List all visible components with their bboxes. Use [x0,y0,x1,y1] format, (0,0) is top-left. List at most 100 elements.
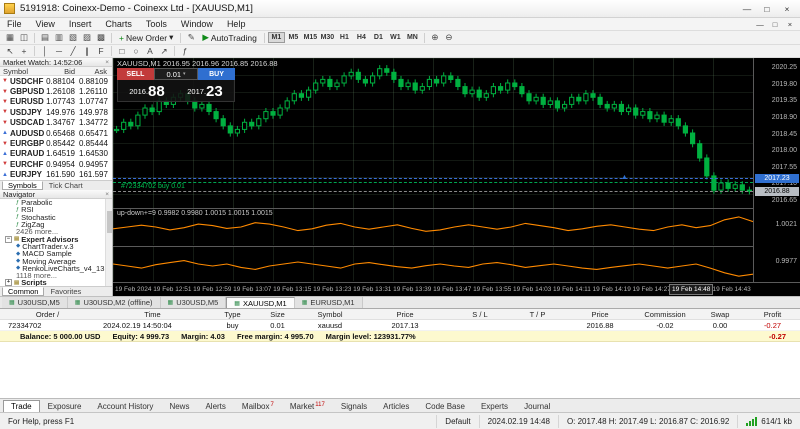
timeframe-button[interactable]: H1 [336,32,353,43]
chart-tab[interactable]: ▦ EURUSD,M1 [295,297,363,308]
timeframe-button[interactable]: MN [404,32,421,43]
indicator-pane-2[interactable] [113,247,753,281]
navigator-tab[interactable]: Favorites [44,287,87,296]
navigator-toggle-icon[interactable]: ▧ [66,32,80,43]
zoom-in-icon[interactable]: ⊕ [428,32,442,43]
terminal-tab[interactable]: Signals [333,400,375,412]
navigator-tree-item[interactable]: ƒ Parabolic [0,199,105,206]
terminal-tab[interactable]: News [161,400,197,412]
fibonacci-icon[interactable]: F [94,46,108,57]
buy-button[interactable]: BUY [198,68,235,80]
horizontal-line-icon[interactable]: ─ [52,46,66,57]
price-axis[interactable]: 2020.25 2019.80 2019.35 2018.90 2018.45 … [753,58,800,282]
close-button[interactable]: × [778,2,796,15]
terminal-tab[interactable]: Exposure [40,400,90,412]
market-watch-row[interactable]: ▲ EURJPY 161.590 161.597 [0,170,112,180]
terminal-tab-label: Alerts [205,402,225,411]
rectangle-icon[interactable]: □ [115,46,129,57]
chart-tab[interactable]: ▦ U30USD,M5 [2,297,68,308]
terminal-tab[interactable]: Experts [473,400,516,412]
navigator-tree-item[interactable]: 1118 more... [0,272,105,279]
timeframe-button[interactable]: M15 [302,32,319,43]
sell-button[interactable]: SELL [117,68,154,80]
market-watch-row[interactable]: ▼ USDCHF 0.88104 0.88109 [0,76,112,86]
text-tool-icon[interactable]: A [143,46,157,57]
autotrading-button[interactable]: ▶ AutoTrading [198,32,261,43]
chart-close-button[interactable]: × [783,19,797,30]
position-open-line[interactable] [113,182,753,183]
strategy-tester-icon[interactable]: ▩ [94,32,108,43]
terminal-tab[interactable]: Alerts [197,400,233,412]
market-watch-row[interactable]: ▼ USDJPY 149.976 149.978 [0,107,112,117]
terminal-tab[interactable]: Market 117 [282,400,333,412]
timeframe-button[interactable]: M30 [319,32,336,43]
menu-item[interactable]: Help [220,18,253,30]
terminal-tab[interactable]: Mailbox 7 [234,400,282,412]
crosshair-icon[interactable]: + [17,46,31,57]
close-icon[interactable]: × [105,59,109,66]
terminal-tab[interactable]: Trade [3,400,40,412]
chart-tab[interactable]: ▦ U30USD,M5 [161,297,227,308]
indicator-pane-1[interactable]: up-down+=9 0.9982 0.9980 1.0015 1.0015 1… [113,209,753,245]
title-bar[interactable]: 5191918: Coinexx-Demo - Coinexx Ltd - [X… [0,0,800,18]
scrollbar-thumb[interactable] [107,211,112,233]
tree-expander-icon[interactable]: + [5,279,12,286]
terminal-tab[interactable]: Journal [516,400,558,412]
terminal-tab[interactable]: Account History [89,400,161,412]
timeframe-button[interactable]: M5 [285,32,302,43]
market-watch-toggle-icon[interactable]: ▤ [38,32,52,43]
market-watch-tab[interactable]: Tick Chart [43,181,89,190]
metaeditor-icon[interactable]: ✎ [184,32,198,43]
order-row[interactable]: 72334702 2024.02.19 14:50:04 buy 0.01 xa… [0,320,800,331]
terminal-toggle-icon[interactable]: ▨ [80,32,94,43]
timeframe-button[interactable]: W1 [387,32,404,43]
new-order-button[interactable]: + New Order ▾ [115,32,177,43]
menu-item[interactable]: File [0,18,29,30]
data-window-toggle-icon[interactable]: ▥ [52,32,66,43]
menu-item[interactable]: Window [174,18,220,30]
cursor-icon[interactable]: ↖ [3,46,17,57]
new-chart-icon[interactable]: ▦ [3,32,17,43]
timeframe-button[interactable]: H4 [353,32,370,43]
navigator-scrollbar[interactable] [105,199,112,286]
terminal-tab[interactable]: Articles [375,400,417,412]
tree-expander-icon[interactable]: − [5,236,12,243]
menu-item[interactable]: Tools [139,18,174,30]
ellipse-icon[interactable]: ○ [129,46,143,57]
menu-item[interactable]: View [29,18,62,30]
status-profile[interactable]: Default [437,415,479,428]
navigator-tab[interactable]: Common [2,287,44,296]
menu-item[interactable]: Insert [62,18,99,30]
maximize-button[interactable]: □ [758,2,776,15]
channel-icon[interactable]: ∥ [80,46,94,57]
trendline-icon[interactable]: ╱ [66,46,80,57]
time-axis[interactable]: 19 Feb 2024 19 Feb 12:51 19 Feb 12:59 19… [113,283,753,296]
lot-size-input[interactable]: 0.01 ▾ [154,68,198,80]
market-watch-tab[interactable]: Symbols [2,181,43,190]
arrows-tool-icon[interactable]: ↗ [157,46,171,57]
market-watch-row[interactable]: ▼ USDCAD 1.34767 1.34772 [0,118,112,128]
market-watch-row[interactable]: ▼ EURGBP 0.85442 0.85444 [0,138,112,148]
navigator-tree-item[interactable]: + ▤ Scripts [0,279,105,286]
market-watch-row[interactable]: ▼ EURUSD 1.07743 1.07747 [0,97,112,107]
timeframe-button[interactable]: M1 [268,32,285,43]
market-watch-row[interactable]: ▼ EURCHF 0.94954 0.94957 [0,159,112,169]
market-watch-row[interactable]: ▲ AUDUSD 0.65468 0.65471 [0,128,112,138]
navigator-tree-item[interactable]: ƒ Stochastic [0,214,105,221]
chart-tab[interactable]: ▦ XAUUSD,M1 [226,297,294,308]
timeframe-button[interactable]: D1 [370,32,387,43]
market-watch-row[interactable]: ▲ EURAUD 1.64519 1.64530 [0,149,112,159]
vertical-line-icon[interactable]: │ [38,46,52,57]
price-pane[interactable]: #72334702 buy 0.01 ▲ XAUUSD,M1 2016.95 2… [113,58,753,208]
zoom-out-icon[interactable]: ⊖ [442,32,456,43]
minimize-button[interactable]: — [738,2,756,15]
chart-tab[interactable]: ▦ U30USD,M2 (offline) [68,297,161,308]
indicators-icon[interactable]: ƒ [178,46,192,57]
menu-item[interactable]: Charts [98,18,139,30]
chart-minimize-button[interactable]: — [753,19,767,30]
profiles-icon[interactable]: ◫ [17,32,31,43]
market-watch-row[interactable]: ▼ GBPUSD 1.26108 1.26110 [0,86,112,96]
close-icon[interactable]: × [105,191,109,198]
terminal-tab[interactable]: Code Base [417,400,473,412]
chart-restore-button[interactable]: □ [768,19,782,30]
